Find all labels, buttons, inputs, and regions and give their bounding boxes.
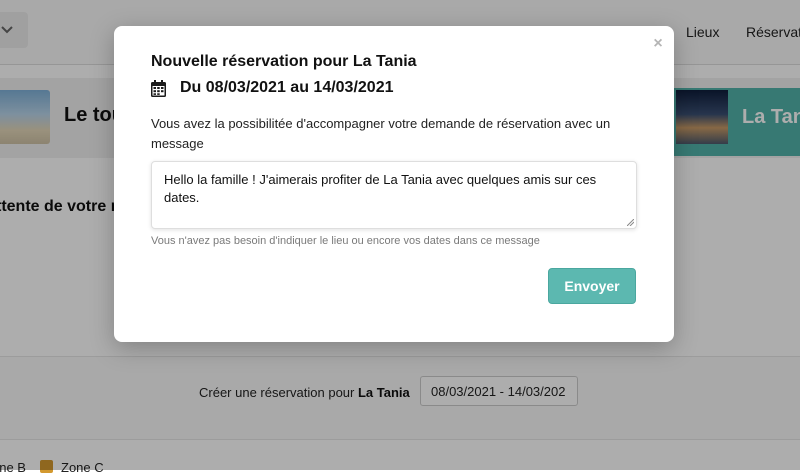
reservation-modal: × Nouvelle réservation pour La Tania Du … bbox=[114, 26, 674, 342]
calendar-icon bbox=[151, 79, 166, 97]
close-icon[interactable]: × bbox=[650, 36, 666, 52]
message-help-text: Vous n'avez pas besoin d'indiquer le lie… bbox=[151, 235, 540, 247]
intro-text: Vous avez la possibilitée d'accompagner … bbox=[151, 116, 611, 151]
modal-title: Nouvelle réservation pour La Tania bbox=[151, 53, 417, 70]
send-button[interactable]: Envoyer bbox=[548, 268, 636, 304]
message-value: Hello la famille ! J'aimerais profiter d… bbox=[164, 172, 597, 205]
resize-grip-icon[interactable] bbox=[627, 219, 634, 226]
message-textarea[interactable]: Hello la famille ! J'aimerais profiter d… bbox=[151, 161, 637, 229]
date-row: Du 08/03/2021 au 14/03/2021 bbox=[151, 79, 394, 97]
reservation-dates: Du 08/03/2021 au 14/03/2021 bbox=[180, 79, 394, 96]
